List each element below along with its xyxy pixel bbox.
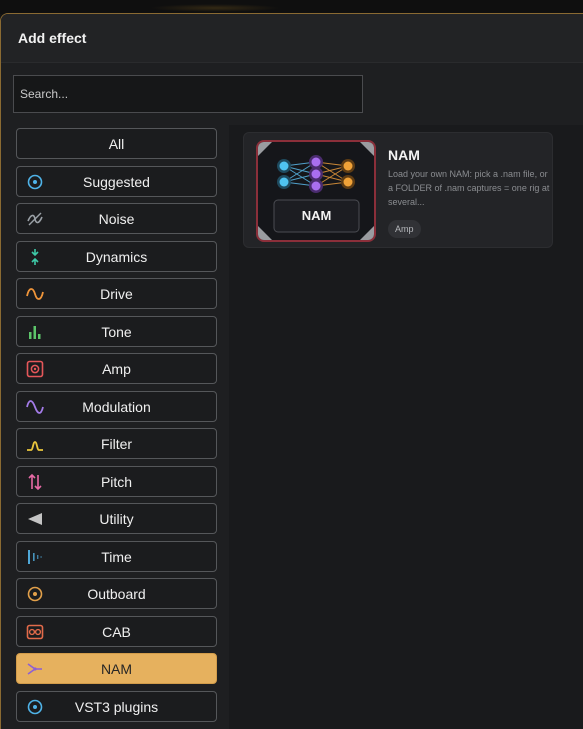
- effects-results: NAM NAM Load your own NAM: pick a .nam f…: [229, 125, 583, 729]
- dialog-title: Add effect: [18, 30, 87, 46]
- effect-title: NAM: [388, 147, 420, 163]
- category-label: CAB: [102, 624, 131, 640]
- category-label: Noise: [98, 211, 135, 227]
- category-outboard[interactable]: Outboard: [16, 578, 217, 609]
- effect-description: Load your own NAM: pick a .nam file, or …: [388, 169, 550, 207]
- category-label: Amp: [102, 361, 131, 377]
- category-utility[interactable]: Utility: [16, 503, 217, 534]
- add-effect-dialog: Add effect All Suggested Noise Dynamics: [0, 13, 583, 729]
- category-label: Filter: [100, 436, 133, 452]
- category-label: VST3 plugins: [74, 699, 159, 715]
- category-label: Drive: [100, 286, 133, 302]
- category-label: Dynamics: [85, 249, 148, 265]
- category-filter[interactable]: Filter: [16, 428, 217, 459]
- category-label: All: [108, 136, 125, 152]
- category-label: Outboard: [87, 586, 146, 602]
- category-label: Suggested: [83, 174, 150, 190]
- category-dynamics[interactable]: Dynamics: [16, 241, 217, 272]
- category-modulation[interactable]: Modulation: [16, 391, 217, 422]
- top-strip: [0, 0, 583, 14]
- category-cab[interactable]: CAB: [16, 616, 217, 647]
- effect-tag: Amp: [388, 220, 421, 238]
- effect-thumbnail: NAM: [256, 140, 376, 242]
- category-label: Utility: [99, 511, 134, 527]
- category-label: Modulation: [82, 399, 151, 415]
- category-nam[interactable]: NAM: [16, 653, 217, 684]
- thumbnail-label: NAM: [301, 208, 332, 223]
- category-vst3-plugins[interactable]: VST3 plugins: [16, 691, 217, 722]
- category-tone[interactable]: Tone: [16, 316, 217, 347]
- category-label: Pitch: [100, 474, 133, 490]
- glow-decoration: [150, 4, 280, 12]
- category-label: Tone: [101, 324, 132, 340]
- category-sidebar: All Suggested Noise Dynamics Drive Tone …: [13, 125, 228, 729]
- category-amp[interactable]: Amp: [16, 353, 217, 384]
- search-input[interactable]: [14, 76, 362, 112]
- category-label: NAM: [100, 661, 133, 677]
- category-drive[interactable]: Drive: [16, 278, 217, 309]
- category-time[interactable]: Time: [16, 541, 217, 572]
- dialog-header: Add effect: [1, 14, 583, 63]
- category-pitch[interactable]: Pitch: [16, 466, 217, 497]
- category-all[interactable]: All: [16, 128, 217, 159]
- category-noise[interactable]: Noise: [16, 203, 217, 234]
- category-suggested[interactable]: Suggested: [16, 166, 217, 197]
- search-box: [13, 75, 363, 113]
- effect-card-nam[interactable]: NAM NAM Load your own NAM: pick a .nam f…: [243, 132, 553, 248]
- category-label: Time: [101, 549, 132, 565]
